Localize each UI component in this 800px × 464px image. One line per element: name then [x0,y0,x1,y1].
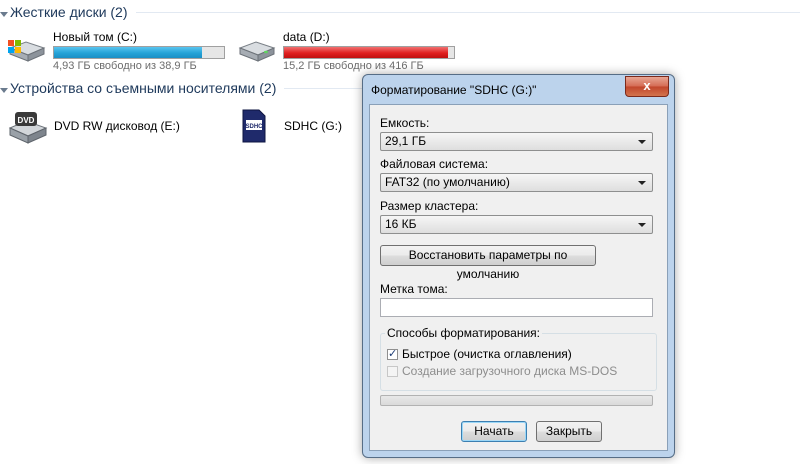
hard-drive-icon [238,41,276,62]
group-title: Устройства со съемными носителями (2) [10,80,277,96]
drive-c[interactable]: Новый том (C:) 4,93 ГБ свободно из 38,9 … [6,30,225,72]
hard-disks-collapse-icon[interactable] [0,12,8,17]
msdos-boot-checkbox[interactable]: Создание загрузочного диска MS-DOS [387,364,617,378]
drive-e-dvd[interactable]: DVD DVD RW дисковод (E:) [6,106,180,146]
volume-label-input[interactable] [380,298,653,317]
quick-format-label: Быстрое (очистка оглавления) [402,347,572,361]
format-options-label: Способы форматирования: [385,326,542,340]
format-progress-bar [380,395,653,406]
drive-name: data (D:) [283,30,330,44]
drive-free-space: 4,93 ГБ свободно из 38,9 ГБ [53,60,197,72]
format-options-group [380,333,657,391]
format-dialog: Форматирование "SDHC (G:)" x Емкость: 29… [362,74,675,458]
filesystem-label: Файловая система: [380,157,489,171]
sd-card-icon: SDHC [242,109,266,143]
cluster-label: Размер кластера: [380,199,479,213]
chevron-down-icon [638,140,646,144]
drive-g-sdhc[interactable]: SDHC SDHC (G:) [240,108,342,144]
usage-fill [284,47,448,58]
drive-usage-bar [283,46,455,59]
usage-fill [54,47,203,58]
cluster-value: 16 КБ [385,217,417,231]
group-header-hard-disks[interactable]: Жесткие диски (2) [10,4,800,20]
quick-format-checkbox[interactable]: ✓ Быстрое (очистка оглавления) [387,347,572,361]
group-divider [284,87,362,89]
checkbox-empty-icon [387,365,398,377]
dvd-logo-text: DVD [18,116,35,125]
capacity-value: 29,1 ГБ [385,134,427,148]
close-button[interactable]: Закрыть [536,421,602,442]
chevron-down-icon [638,223,646,227]
dialog-title: Форматирование "SDHC (G:)" [371,83,537,97]
close-icon[interactable]: x [625,76,669,97]
dvd-drive-icon: DVD [8,112,48,144]
filesystem-value: FAT32 (по умолчанию) [385,175,510,189]
checkmark-icon: ✓ [387,347,398,360]
restore-defaults-button[interactable]: Восстановить параметры по умолчанию [380,245,596,281]
drive-free-space: 15,2 ГБ свободно из 416 ГБ [283,60,424,72]
cluster-size-select[interactable]: 16 КБ [380,215,653,234]
filesystem-select[interactable]: FAT32 (по умолчанию) [380,173,653,192]
group-title: Жесткие диски (2) [10,4,128,20]
drive-name: DVD RW дисковод (E:) [54,119,180,133]
drive-d[interactable]: data (D:) 15,2 ГБ свободно из 416 ГБ [236,30,455,72]
drive-usage-bar [53,46,225,59]
group-header-removable[interactable]: Устройства со съемными носителями (2) [10,80,362,96]
volume-label-label: Метка тома: [380,282,448,296]
dialog-body: Емкость: 29,1 ГБ Файловая система: FAT32… [369,104,668,451]
chevron-down-icon [638,181,646,185]
windows-drive-icon [8,40,46,62]
removable-collapse-icon[interactable] [0,88,8,93]
group-divider [135,11,800,13]
msdos-boot-label: Создание загрузочного диска MS-DOS [402,364,618,378]
capacity-select[interactable]: 29,1 ГБ [380,132,653,151]
capacity-label: Емкость: [380,116,430,130]
start-button[interactable]: Начать [461,421,527,442]
drive-name: Новый том (C:) [53,30,137,44]
drive-name: SDHC (G:) [284,119,342,133]
sdhc-logo-text: SDHC [245,124,263,130]
